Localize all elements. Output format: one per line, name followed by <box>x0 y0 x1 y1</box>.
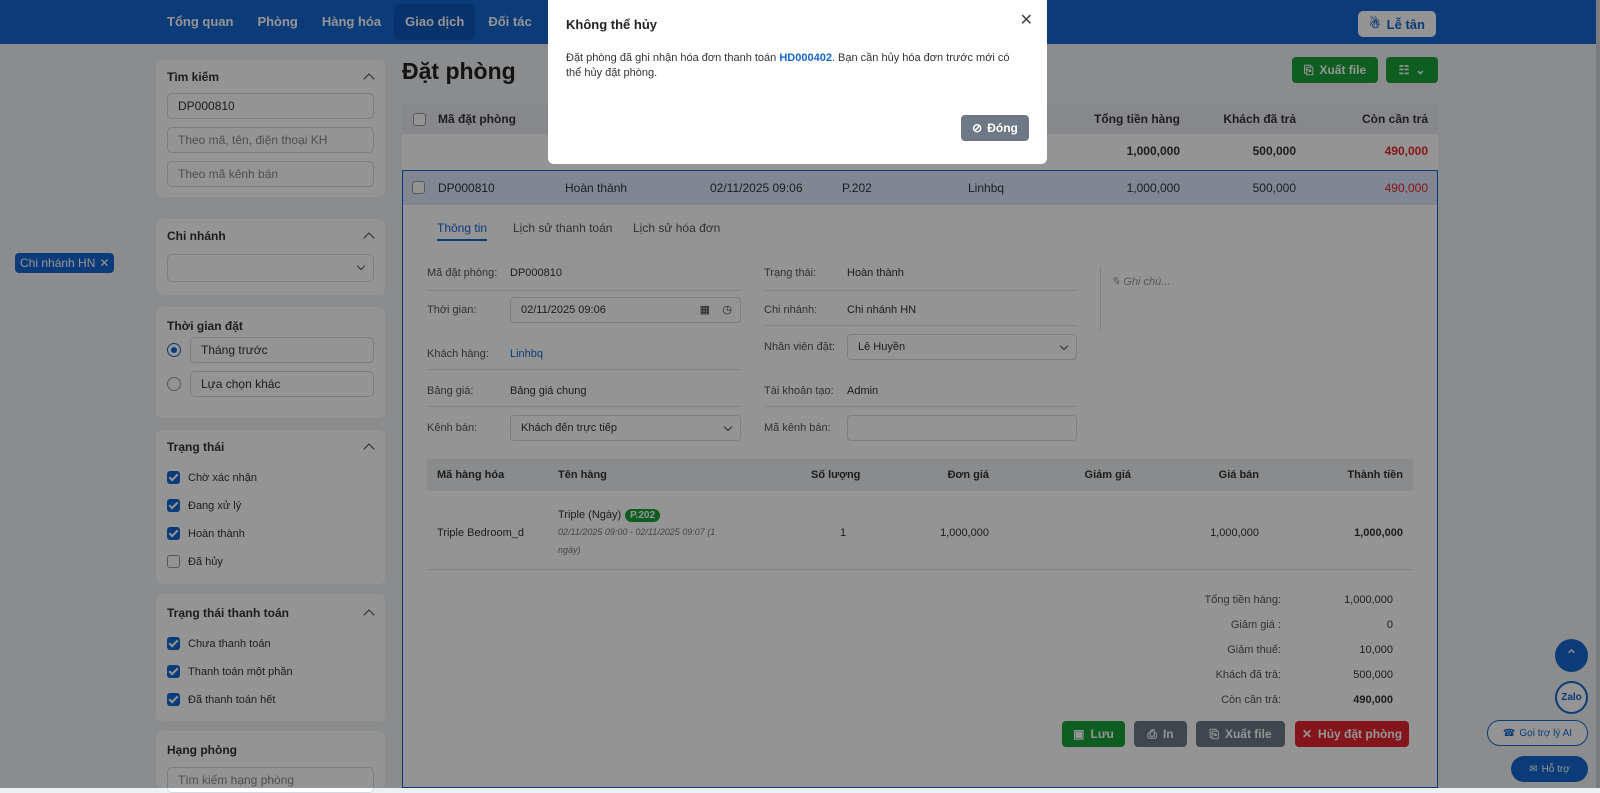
invoice-link[interactable]: HD000402 <box>779 52 832 64</box>
dialog-title: Không thể hủy <box>566 17 657 32</box>
ban-icon: ⊘ <box>972 121 983 135</box>
close-dialog-button[interactable]: ⊘ Đóng <box>961 115 1029 141</box>
message-text: Đặt phòng đã ghi nhận hóa đơn thanh toán <box>566 52 780 64</box>
cannot-cancel-dialog: Không thể hủy ✕ Đặt phòng đã ghi nhận hó… <box>548 0 1047 164</box>
dialog-message: Đặt phòng đã ghi nhận hóa đơn thanh toán… <box>566 51 1026 81</box>
close-dialog-label: Đóng <box>987 121 1018 135</box>
close-icon[interactable]: ✕ <box>1020 10 1033 30</box>
